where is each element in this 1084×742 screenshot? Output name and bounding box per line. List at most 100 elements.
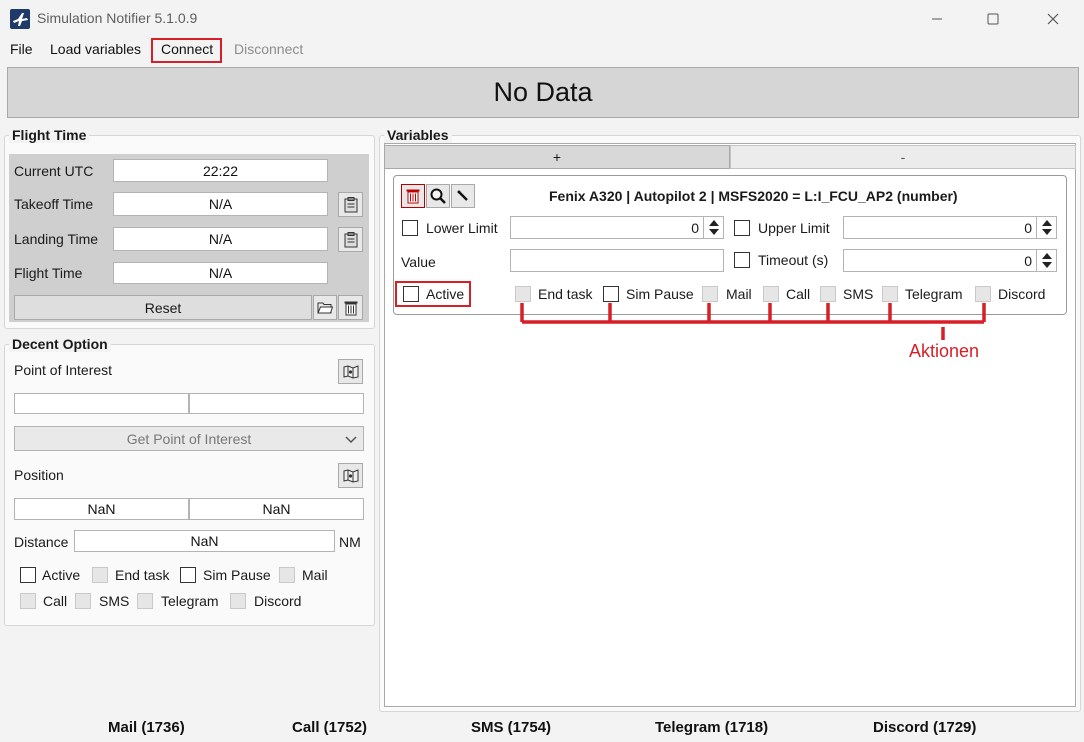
magnifier-icon	[430, 188, 446, 204]
poi-map-button[interactable]	[338, 359, 363, 384]
poi-label: Point of Interest	[14, 362, 113, 378]
lower-limit-label: Lower Limit	[426, 220, 498, 236]
descent-end-task-label: End task	[115, 567, 170, 583]
timeout-checkbox[interactable]	[734, 252, 750, 268]
action-discord-label: Discord	[998, 286, 1046, 302]
descent-sms-label: SMS	[99, 593, 130, 609]
position-map-button[interactable]	[338, 463, 363, 488]
lower-limit-spinner[interactable]: 0	[510, 216, 724, 239]
descent-active-checkbox[interactable]	[20, 567, 36, 583]
descent-telegram-checkbox[interactable]	[137, 593, 153, 609]
map-icon	[343, 468, 358, 483]
variable-edit-button[interactable]	[451, 184, 475, 208]
timeout-value: 0	[1024, 253, 1032, 269]
delete-button[interactable]	[338, 295, 363, 320]
remove-variable-tab[interactable]: -	[730, 145, 1076, 169]
copy-landing-button[interactable]	[338, 227, 363, 252]
lower-limit-arrows[interactable]	[703, 217, 723, 238]
distance-unit: NM	[339, 534, 361, 550]
variable-delete-button[interactable]	[401, 184, 425, 208]
clipboard-icon	[344, 196, 357, 212]
descent-option-title: Decent Option	[9, 336, 111, 352]
upper-limit-label: Upper Limit	[758, 220, 830, 236]
title-bar: Simulation Notifier 5.1.0.9	[0, 0, 1084, 38]
map-icon	[343, 364, 358, 379]
footer-mail-count: Mail (1736)	[108, 719, 185, 736]
flight-time-field: N/A	[113, 262, 328, 284]
minimize-button[interactable]	[914, 4, 960, 34]
minimize-icon	[932, 18, 942, 20]
footer-sms-count: SMS (1754)	[471, 719, 552, 736]
descent-call-checkbox[interactable]	[20, 593, 36, 609]
upper-limit-spinner[interactable]: 0	[843, 216, 1057, 239]
lower-limit-checkbox[interactable]	[402, 220, 418, 236]
descent-discord-checkbox[interactable]	[230, 593, 246, 609]
timeout-arrows[interactable]	[1036, 250, 1056, 271]
current-utc-field: 22:22	[113, 159, 328, 182]
copy-takeoff-button[interactable]	[338, 192, 363, 217]
close-icon	[1047, 13, 1059, 25]
variable-search-button[interactable]	[426, 184, 450, 208]
connect-highlight-box	[151, 38, 222, 63]
reset-button[interactable]: Reset	[14, 295, 312, 320]
distance-field: NaN	[74, 530, 335, 552]
timeout-spinner[interactable]: 0	[843, 249, 1057, 272]
descent-option-group	[4, 344, 375, 626]
menu-disconnect[interactable]: Disconnect	[234, 41, 303, 57]
timeout-label: Timeout (s)	[758, 252, 829, 268]
descent-mail-checkbox[interactable]	[279, 567, 295, 583]
descent-call-label: Call	[43, 593, 68, 609]
get-poi-label: Get Point of Interest	[126, 430, 252, 447]
flight-time-label: Flight Time	[14, 265, 83, 281]
poi-field-longitude[interactable]	[189, 393, 364, 414]
footer-telegram-count: Telegram (1718)	[655, 719, 769, 736]
landing-time-label: Landing Time	[14, 231, 99, 247]
variable-active-checkbox[interactable]	[403, 286, 419, 302]
trash-icon	[344, 301, 357, 315]
descent-mail-label: Mail	[302, 567, 328, 583]
poi-field-latitude[interactable]	[14, 393, 189, 414]
maximize-icon	[987, 13, 999, 25]
pen-icon	[457, 190, 468, 201]
variables-title: Variables	[384, 127, 452, 143]
upper-limit-value: 0	[1024, 220, 1032, 236]
descent-sim-pause-label: Sim Pause	[203, 567, 271, 583]
app-airplane-icon	[10, 9, 30, 29]
descent-discord-label: Discord	[254, 593, 302, 609]
upper-limit-arrows[interactable]	[1036, 217, 1056, 238]
maximize-button[interactable]	[970, 4, 1016, 34]
takeoff-time-field: N/A	[113, 192, 328, 216]
descent-sms-checkbox[interactable]	[75, 593, 91, 609]
actions-annotation: Aktionen	[909, 341, 980, 361]
descent-end-task-checkbox[interactable]	[92, 567, 108, 583]
chevron-down-icon	[345, 436, 357, 443]
position-latitude-field: NaN	[14, 498, 189, 520]
descent-sim-pause-checkbox[interactable]	[180, 567, 196, 583]
menu-load-variables[interactable]: Load variables	[50, 41, 141, 57]
value-field[interactable]	[510, 249, 724, 272]
spinner-arrows-icon	[1042, 220, 1052, 235]
open-folder-button[interactable]	[313, 295, 337, 320]
position-label: Position	[14, 467, 64, 483]
takeoff-time-label: Takeoff Time	[14, 196, 94, 212]
add-variable-tab[interactable]: +	[384, 145, 730, 169]
window-title: Simulation Notifier 5.1.0.9	[37, 10, 198, 26]
footer-call-count: Call (1752)	[292, 719, 368, 736]
get-poi-dropdown[interactable]: Get Point of Interest	[14, 426, 364, 451]
current-utc-label: Current UTC	[14, 163, 94, 179]
trash-icon	[406, 189, 420, 204]
value-label: Value	[401, 254, 436, 270]
menu-file[interactable]: File	[10, 41, 33, 57]
upper-limit-checkbox[interactable]	[734, 220, 750, 236]
status-banner: No Data	[7, 67, 1079, 118]
clipboard-icon	[344, 231, 357, 247]
lower-limit-value: 0	[691, 220, 699, 236]
variable-heading: Fenix A320 | Autopilot 2 | MSFS2020 = L:…	[549, 188, 958, 204]
spinner-arrows-icon	[709, 220, 719, 235]
spinner-arrows-icon	[1042, 253, 1052, 268]
distance-label: Distance	[14, 534, 69, 550]
landing-time-field: N/A	[113, 227, 328, 251]
position-longitude-field: NaN	[189, 498, 364, 520]
close-button[interactable]	[1030, 4, 1076, 34]
variable-active-label: Active	[426, 286, 465, 302]
